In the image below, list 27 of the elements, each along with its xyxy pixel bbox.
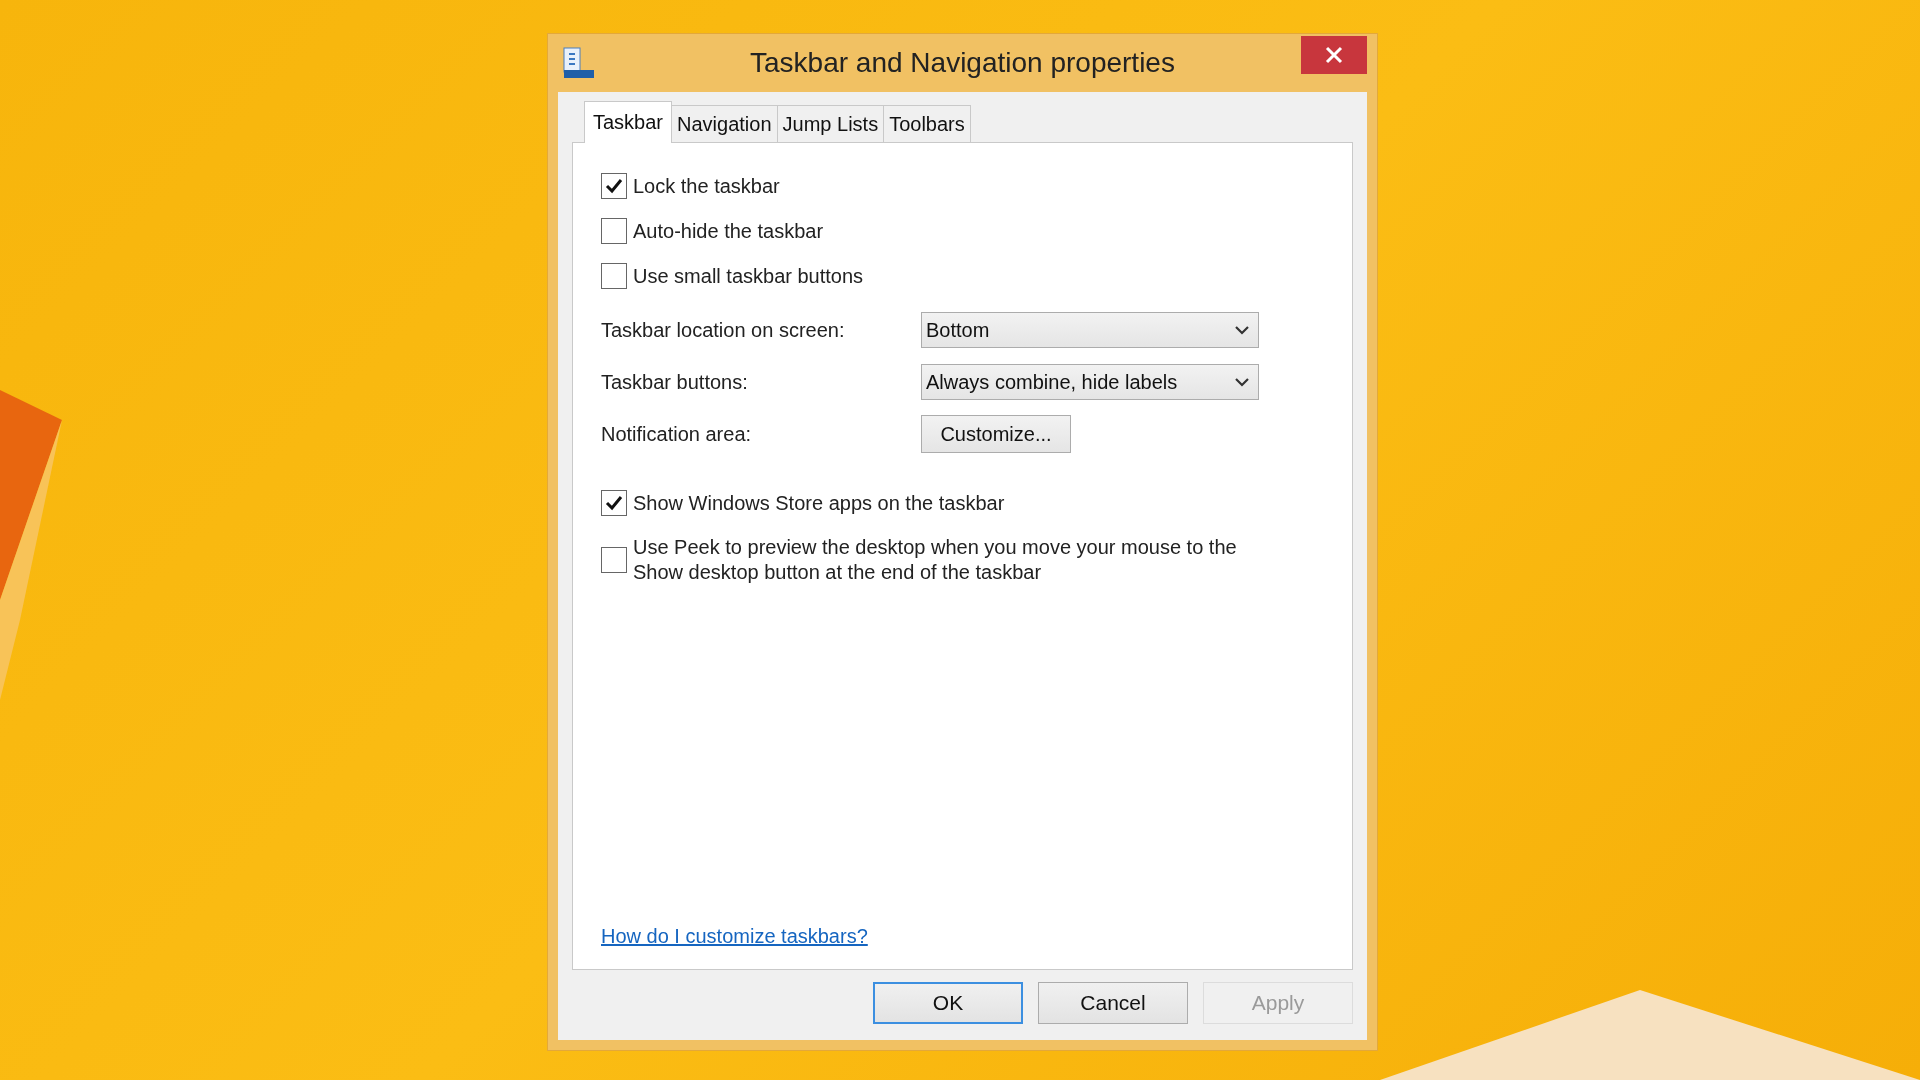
customize-button[interactable]: Customize... (921, 415, 1071, 453)
checkbox[interactable] (601, 262, 627, 289)
dropdown[interactable]: Bottom (921, 312, 1259, 348)
dialog-button[interactable]: Cancel (1038, 982, 1188, 1024)
close-icon (1324, 45, 1344, 65)
field-label: Taskbar location on screen: (601, 318, 846, 343)
checkbox[interactable] (601, 217, 627, 244)
window-title: Taskbar and Navigation properties (749, 46, 1176, 80)
chevron-down-icon (1234, 377, 1250, 387)
checkbox[interactable] (601, 489, 627, 516)
help-link[interactable]: How do I customize taskbars? (601, 925, 868, 947)
checkbox-label: Show Windows Store apps on the taskbar (633, 490, 1005, 516)
checkbox-label: Auto-hide the taskbar (633, 218, 824, 244)
chevron-down-icon (1234, 325, 1250, 335)
field-label: Taskbar buttons: (601, 370, 749, 395)
checkbox[interactable] (601, 172, 627, 199)
tab[interactable]: Toolbars (883, 105, 971, 142)
checkbox-label: Lock the taskbar (633, 173, 780, 199)
close-button[interactable] (1301, 36, 1367, 74)
dialog-button[interactable]: OK (873, 982, 1023, 1024)
dropdown[interactable]: Always combine, hide labels (921, 364, 1259, 400)
checkbox-label: Use small taskbar buttons (633, 263, 864, 289)
checkbox-label: Use Peek to preview the desktop when you move your mouse to the Show desktop button at the end of the taskbar (633, 535, 1238, 585)
app-icon (562, 46, 596, 80)
field-label: Notification area: (601, 422, 753, 447)
checkbox[interactable] (601, 547, 627, 573)
tab[interactable]: Taskbar (584, 101, 673, 143)
